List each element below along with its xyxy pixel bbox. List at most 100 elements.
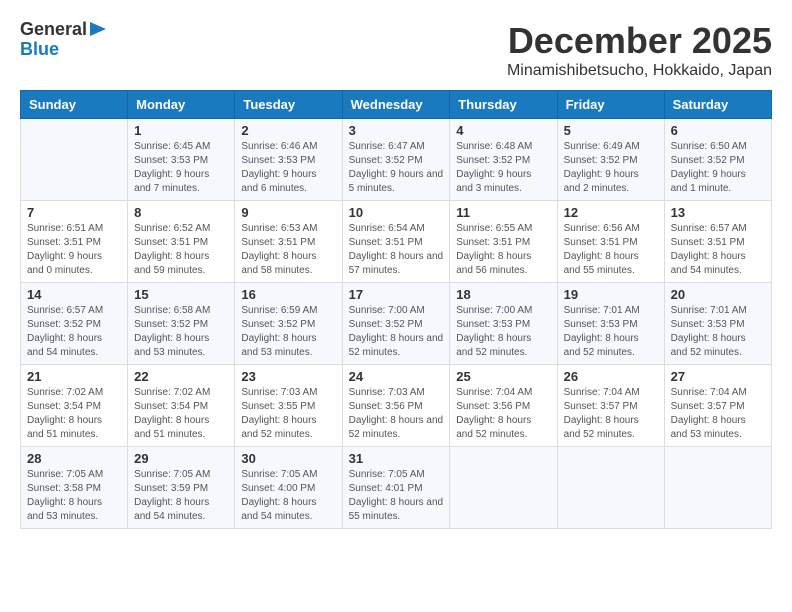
day-number: 31 [349, 451, 444, 466]
logo-blue: Blue [20, 40, 59, 60]
day-info: Sunrise: 7:05 AM Sunset: 3:58 PM Dayligh… [27, 468, 121, 524]
calendar-cell: 26 Sunrise: 7:04 AM Sunset: 3:57 PM Dayl… [557, 365, 664, 447]
calendar-cell: 20 Sunrise: 7:01 AM Sunset: 3:53 PM Dayl… [664, 283, 771, 365]
calendar-cell [664, 447, 771, 529]
day-number: 19 [564, 287, 658, 302]
day-info: Sunrise: 6:47 AM Sunset: 3:52 PM Dayligh… [349, 140, 444, 196]
calendar-cell: 19 Sunrise: 7:01 AM Sunset: 3:53 PM Dayl… [557, 283, 664, 365]
day-number: 27 [671, 369, 765, 384]
calendar-cell: 25 Sunrise: 7:04 AM Sunset: 3:56 PM Dayl… [450, 365, 557, 447]
header-day-monday: Monday [128, 91, 235, 119]
logo: General Blue [20, 20, 106, 60]
calendar-cell: 5 Sunrise: 6:49 AM Sunset: 3:52 PM Dayli… [557, 119, 664, 201]
day-info: Sunrise: 7:04 AM Sunset: 3:56 PM Dayligh… [456, 386, 550, 442]
day-number: 7 [27, 205, 121, 220]
day-number: 20 [671, 287, 765, 302]
day-number: 2 [241, 123, 335, 138]
page-subtitle: Minamishibetsucho, Hokkaido, Japan [507, 62, 772, 80]
day-info: Sunrise: 7:05 AM Sunset: 4:01 PM Dayligh… [349, 468, 444, 524]
calendar-cell [450, 447, 557, 529]
day-number: 24 [349, 369, 444, 384]
day-number: 29 [134, 451, 228, 466]
calendar-week-5: 28 Sunrise: 7:05 AM Sunset: 3:58 PM Dayl… [21, 447, 772, 529]
day-info: Sunrise: 6:52 AM Sunset: 3:51 PM Dayligh… [134, 222, 228, 278]
header-day-thursday: Thursday [450, 91, 557, 119]
day-info: Sunrise: 6:53 AM Sunset: 3:51 PM Dayligh… [241, 222, 335, 278]
day-info: Sunrise: 7:04 AM Sunset: 3:57 PM Dayligh… [564, 386, 658, 442]
calendar-cell: 30 Sunrise: 7:05 AM Sunset: 4:00 PM Dayl… [235, 447, 342, 529]
day-number: 23 [241, 369, 335, 384]
calendar-cell: 8 Sunrise: 6:52 AM Sunset: 3:51 PM Dayli… [128, 201, 235, 283]
day-number: 6 [671, 123, 765, 138]
calendar-cell: 11 Sunrise: 6:55 AM Sunset: 3:51 PM Dayl… [450, 201, 557, 283]
day-info: Sunrise: 6:57 AM Sunset: 3:52 PM Dayligh… [27, 304, 121, 360]
logo-arrow-icon [90, 22, 106, 36]
day-number: 16 [241, 287, 335, 302]
calendar-table: SundayMondayTuesdayWednesdayThursdayFrid… [20, 90, 772, 529]
day-info: Sunrise: 6:45 AM Sunset: 3:53 PM Dayligh… [134, 140, 228, 196]
day-info: Sunrise: 6:49 AM Sunset: 3:52 PM Dayligh… [564, 140, 658, 196]
calendar-cell: 13 Sunrise: 6:57 AM Sunset: 3:51 PM Dayl… [664, 201, 771, 283]
day-info: Sunrise: 6:57 AM Sunset: 3:51 PM Dayligh… [671, 222, 765, 278]
calendar-cell: 9 Sunrise: 6:53 AM Sunset: 3:51 PM Dayli… [235, 201, 342, 283]
day-info: Sunrise: 6:55 AM Sunset: 3:51 PM Dayligh… [456, 222, 550, 278]
day-number: 3 [349, 123, 444, 138]
day-number: 18 [456, 287, 550, 302]
day-info: Sunrise: 7:02 AM Sunset: 3:54 PM Dayligh… [134, 386, 228, 442]
calendar-cell: 2 Sunrise: 6:46 AM Sunset: 3:53 PM Dayli… [235, 119, 342, 201]
calendar-cell: 27 Sunrise: 7:04 AM Sunset: 3:57 PM Dayl… [664, 365, 771, 447]
day-number: 10 [349, 205, 444, 220]
logo-general: General [20, 20, 87, 40]
calendar-cell: 21 Sunrise: 7:02 AM Sunset: 3:54 PM Dayl… [21, 365, 128, 447]
day-number: 25 [456, 369, 550, 384]
calendar-cell [21, 119, 128, 201]
day-number: 12 [564, 205, 658, 220]
day-number: 9 [241, 205, 335, 220]
header-day-wednesday: Wednesday [342, 91, 450, 119]
day-number: 21 [27, 369, 121, 384]
calendar-header-row: SundayMondayTuesdayWednesdayThursdayFrid… [21, 91, 772, 119]
calendar-cell: 15 Sunrise: 6:58 AM Sunset: 3:52 PM Dayl… [128, 283, 235, 365]
calendar-cell: 10 Sunrise: 6:54 AM Sunset: 3:51 PM Dayl… [342, 201, 450, 283]
calendar-cell: 7 Sunrise: 6:51 AM Sunset: 3:51 PM Dayli… [21, 201, 128, 283]
calendar-cell: 18 Sunrise: 7:00 AM Sunset: 3:53 PM Dayl… [450, 283, 557, 365]
day-number: 28 [27, 451, 121, 466]
calendar-cell: 28 Sunrise: 7:05 AM Sunset: 3:58 PM Dayl… [21, 447, 128, 529]
header-day-saturday: Saturday [664, 91, 771, 119]
page-title: December 2025 [507, 20, 772, 62]
day-number: 11 [456, 205, 550, 220]
day-info: Sunrise: 7:01 AM Sunset: 3:53 PM Dayligh… [671, 304, 765, 360]
calendar-cell: 6 Sunrise: 6:50 AM Sunset: 3:52 PM Dayli… [664, 119, 771, 201]
header-day-friday: Friday [557, 91, 664, 119]
day-info: Sunrise: 7:00 AM Sunset: 3:52 PM Dayligh… [349, 304, 444, 360]
day-number: 4 [456, 123, 550, 138]
day-info: Sunrise: 6:58 AM Sunset: 3:52 PM Dayligh… [134, 304, 228, 360]
day-info: Sunrise: 7:01 AM Sunset: 3:53 PM Dayligh… [564, 304, 658, 360]
day-info: Sunrise: 7:05 AM Sunset: 3:59 PM Dayligh… [134, 468, 228, 524]
day-info: Sunrise: 6:50 AM Sunset: 3:52 PM Dayligh… [671, 140, 765, 196]
calendar-week-3: 14 Sunrise: 6:57 AM Sunset: 3:52 PM Dayl… [21, 283, 772, 365]
calendar-week-4: 21 Sunrise: 7:02 AM Sunset: 3:54 PM Dayl… [21, 365, 772, 447]
calendar-cell: 23 Sunrise: 7:03 AM Sunset: 3:55 PM Dayl… [235, 365, 342, 447]
day-info: Sunrise: 7:02 AM Sunset: 3:54 PM Dayligh… [27, 386, 121, 442]
calendar-cell: 24 Sunrise: 7:03 AM Sunset: 3:56 PM Dayl… [342, 365, 450, 447]
calendar-cell [557, 447, 664, 529]
day-number: 17 [349, 287, 444, 302]
day-info: Sunrise: 7:04 AM Sunset: 3:57 PM Dayligh… [671, 386, 765, 442]
day-info: Sunrise: 7:05 AM Sunset: 4:00 PM Dayligh… [241, 468, 335, 524]
day-info: Sunrise: 6:48 AM Sunset: 3:52 PM Dayligh… [456, 140, 550, 196]
calendar-week-1: 1 Sunrise: 6:45 AM Sunset: 3:53 PM Dayli… [21, 119, 772, 201]
day-number: 8 [134, 205, 228, 220]
calendar-cell: 14 Sunrise: 6:57 AM Sunset: 3:52 PM Dayl… [21, 283, 128, 365]
calendar-week-2: 7 Sunrise: 6:51 AM Sunset: 3:51 PM Dayli… [21, 201, 772, 283]
day-number: 26 [564, 369, 658, 384]
calendar-cell: 31 Sunrise: 7:05 AM Sunset: 4:01 PM Dayl… [342, 447, 450, 529]
day-info: Sunrise: 6:56 AM Sunset: 3:51 PM Dayligh… [564, 222, 658, 278]
calendar-cell: 22 Sunrise: 7:02 AM Sunset: 3:54 PM Dayl… [128, 365, 235, 447]
calendar-cell: 3 Sunrise: 6:47 AM Sunset: 3:52 PM Dayli… [342, 119, 450, 201]
day-info: Sunrise: 7:00 AM Sunset: 3:53 PM Dayligh… [456, 304, 550, 360]
day-info: Sunrise: 6:51 AM Sunset: 3:51 PM Dayligh… [27, 222, 121, 278]
day-number: 15 [134, 287, 228, 302]
calendar-cell: 4 Sunrise: 6:48 AM Sunset: 3:52 PM Dayli… [450, 119, 557, 201]
day-number: 5 [564, 123, 658, 138]
